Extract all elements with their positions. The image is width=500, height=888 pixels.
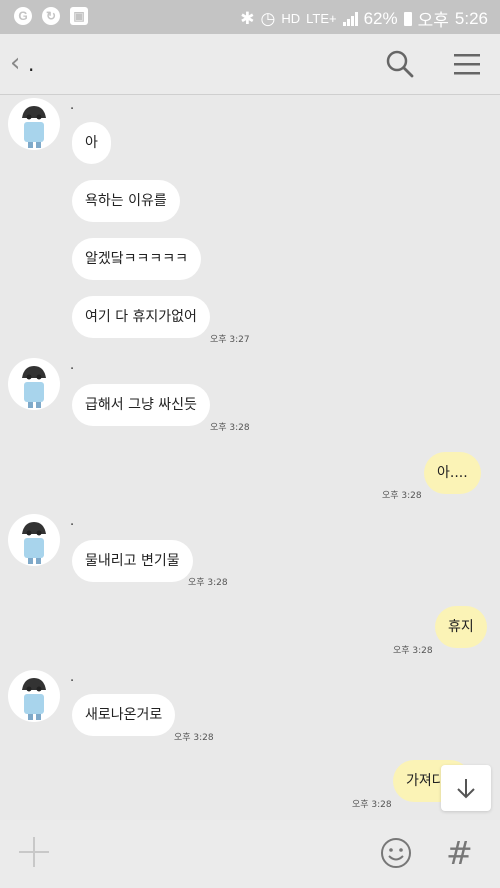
avatar[interactable] <box>8 98 60 150</box>
avatar[interactable] <box>8 670 60 722</box>
message-time: 오후 3:28 <box>352 800 392 810</box>
message-bubble[interactable]: 급해서 그냥 싸신듯 <box>72 384 210 426</box>
my-message-bubble[interactable]: 휴지 <box>435 606 487 648</box>
character-avatar-icon <box>22 522 46 564</box>
message-bubble[interactable]: 욕하는 이유를 <box>72 180 180 222</box>
message-bubble[interactable]: 아 <box>72 122 111 164</box>
message-time: 오후 3:28 <box>393 646 433 656</box>
back-button[interactable]: ‹ <box>10 48 20 78</box>
battery-icon <box>403 11 412 26</box>
status-right: ✱ ◷ HD LTE+ 62% 오후 5:26 <box>240 6 488 31</box>
battery-percent: 62% <box>363 8 398 28</box>
chat-title: . <box>28 52 35 76</box>
avatar[interactable] <box>8 514 60 566</box>
chat-header: ‹ . <box>0 34 500 95</box>
notification-app-icon: G <box>14 7 32 25</box>
bluetooth-icon: ✱ <box>240 8 255 28</box>
alarm-icon: ◷ <box>260 8 276 28</box>
clock-ampm: 오후 <box>417 11 449 30</box>
message-bubble[interactable]: 알겠닼ㅋㅋㅋㅋㅋ <box>72 238 202 280</box>
status-bar: G ↻ ▣ ✱ ◷ HD LTE+ 62% 오후 5:26 <box>0 0 500 34</box>
plus-icon[interactable] <box>16 834 52 870</box>
clock-time: 5:26 <box>454 8 488 28</box>
avatar[interactable] <box>8 358 60 410</box>
message-bubble[interactable]: 물내리고 변기물 <box>72 540 193 582</box>
signal-icon <box>342 11 358 26</box>
status-left-icons: G ↻ ▣ <box>14 7 88 25</box>
character-avatar-icon <box>22 106 46 148</box>
network-type: LTE+ <box>306 11 337 26</box>
arrow-down-icon <box>457 779 475 799</box>
emoji-icon[interactable] <box>380 837 412 869</box>
sync-icon: ↻ <box>42 7 60 25</box>
menu-icon[interactable] <box>454 52 480 76</box>
message-bubble[interactable]: 새로나온거로 <box>72 694 176 736</box>
message-time: 오후 3:28 <box>174 733 214 743</box>
my-message-bubble[interactable]: 아.... <box>424 452 481 494</box>
message-bubble[interactable]: 여기 다 휴지가없어 <box>72 296 210 338</box>
hash-search-icon[interactable]: # <box>446 834 473 872</box>
sender-name: . <box>70 358 75 373</box>
character-avatar-icon <box>22 678 46 720</box>
gallery-icon: ▣ <box>70 7 88 25</box>
sender-name: . <box>70 670 75 685</box>
search-icon[interactable] <box>386 50 414 78</box>
message-time: 오후 3:28 <box>382 491 422 501</box>
sender-name: . <box>70 514 75 529</box>
hd-voice-icon: HD <box>281 11 301 26</box>
character-avatar-icon <box>22 366 46 408</box>
message-time: 오후 3:27 <box>210 335 250 345</box>
input-bar: # <box>0 820 500 888</box>
scroll-to-bottom-button[interactable] <box>441 765 491 811</box>
sender-name: . <box>70 98 75 113</box>
message-time: 오후 3:28 <box>210 423 250 433</box>
message-time: 오후 3:28 <box>188 578 228 588</box>
